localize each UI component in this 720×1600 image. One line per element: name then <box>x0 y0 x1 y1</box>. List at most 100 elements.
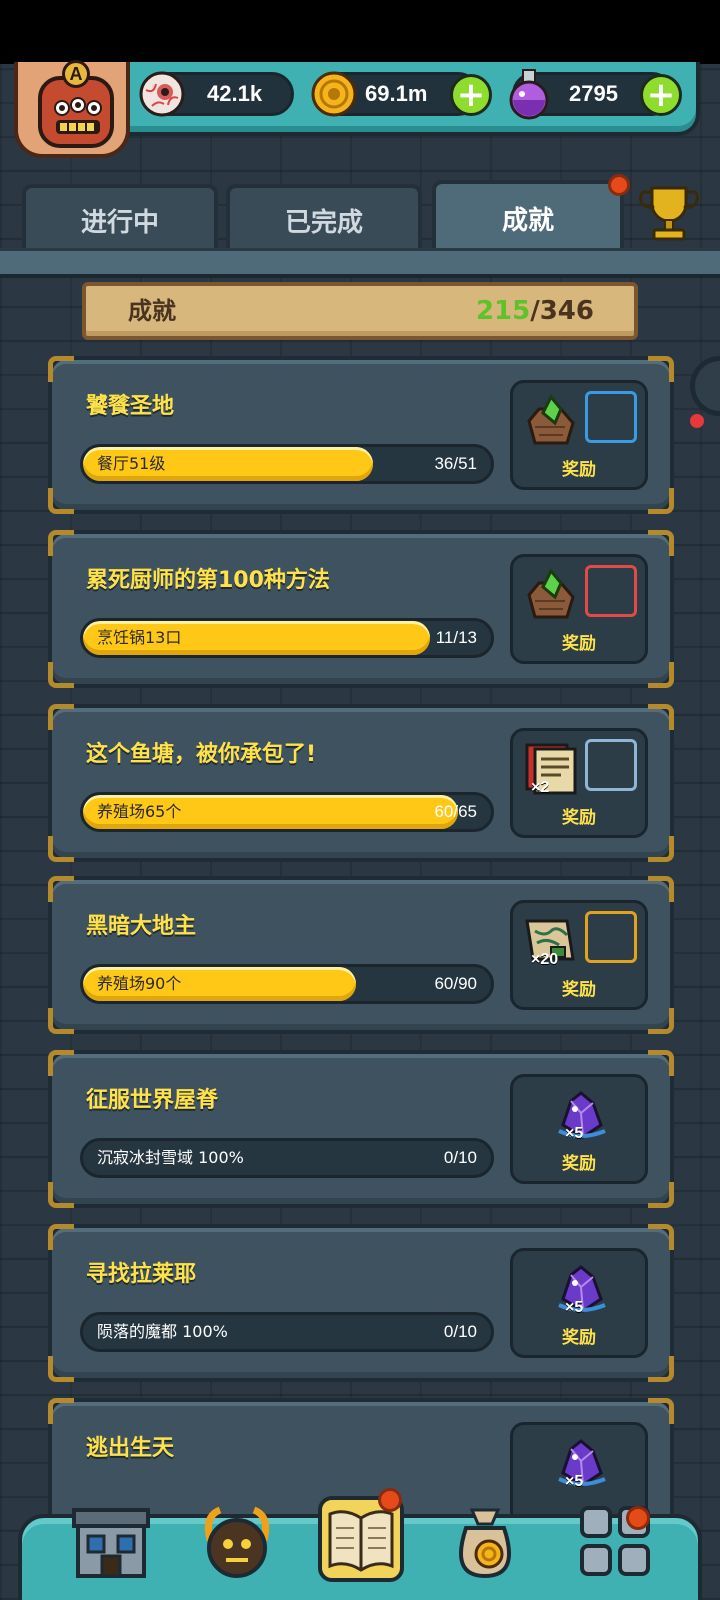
card-corner <box>648 662 674 688</box>
progress-count: 60/90 <box>434 974 477 993</box>
potion-icon <box>509 69 549 120</box>
card-corner <box>48 488 74 514</box>
tab-achievements[interactable]: 成就 <box>432 180 624 252</box>
avatar-rank-letter: A <box>62 60 90 88</box>
tab-completed[interactable]: 已完成 <box>226 184 422 252</box>
reward-quantity: ×20 <box>531 951 559 968</box>
card-corner <box>48 356 74 382</box>
achievement-title: 征服世界屋脊 <box>86 1088 219 1113</box>
reward-box[interactable]: ×5 奖励 <box>510 1074 648 1184</box>
achievement-progress-bar: 餐厅51级 36/51 <box>80 444 494 484</box>
achievement-progress-bar: 养殖场65个 60/65 <box>80 792 494 832</box>
gold-coin-icon <box>311 71 357 117</box>
notification-dot <box>608 174 630 196</box>
progress-count: 0/10 <box>443 1322 477 1341</box>
card-corner <box>48 530 74 556</box>
achievement-card[interactable]: 累死厨师的第100种方法 烹饪锅13口 11/13 奖励 <box>48 530 674 688</box>
add-potion-button[interactable]: + <box>640 74 682 116</box>
achievement-title: 寻找拉莱耶 <box>86 1262 197 1287</box>
monster-face-icon <box>54 97 102 134</box>
achievement-card[interactable]: 饕餮圣地 餐厅51级 36/51 奖励 <box>48 356 674 514</box>
reward-box[interactable]: 奖励 <box>510 554 648 664</box>
progress-count: 60/65 <box>434 802 477 821</box>
reward-label: 奖励 <box>562 1154 596 1174</box>
card-corner <box>48 1050 74 1076</box>
reward-empty-slot <box>585 565 637 617</box>
achievement-title: 饕餮圣地 <box>86 394 175 419</box>
tab-completed-label: 已完成 <box>284 207 363 238</box>
reward-label: 奖励 <box>562 460 596 480</box>
card-corner <box>48 1398 74 1424</box>
achievement-progress-bar: 养殖场90个 60/90 <box>80 964 494 1004</box>
achievement-progress-bar: 烹饪锅13口 11/13 <box>80 618 494 658</box>
progress-task-label: 养殖场90个 <box>97 974 182 993</box>
card-corner <box>48 836 74 862</box>
eyeball-value: 42.1k <box>207 81 263 106</box>
card-corner <box>48 662 74 688</box>
rock-crystal-icon <box>521 565 579 623</box>
progress-task-label: 烹饪锅13口 <box>97 628 182 647</box>
player-avatar[interactable]: A <box>14 60 130 158</box>
card-corner <box>48 1182 74 1208</box>
tab-achievements-label: 成就 <box>501 205 554 236</box>
card-corner <box>648 356 674 382</box>
reward-label: 奖励 <box>562 1328 596 1348</box>
reward-quantity: ×5 <box>565 1299 584 1316</box>
gold-value: 69.1m <box>365 81 428 106</box>
reward-label: 奖励 <box>562 808 596 828</box>
reward-empty-slot <box>585 739 637 791</box>
status-bar <box>0 0 720 64</box>
achievement-progress-bar: 沉寂冰封雪域 100% 0/10 <box>80 1138 494 1178</box>
achievement-card[interactable]: 征服世界屋脊 沉寂冰封雪域 100% 0/10 ×5 奖励 <box>48 1050 674 1208</box>
card-corner <box>648 1398 674 1424</box>
side-notification-dot <box>690 414 704 428</box>
card-corner <box>648 488 674 514</box>
reward-box[interactable]: ×5 奖励 <box>510 1248 648 1358</box>
side-scroll-knob[interactable] <box>690 356 720 416</box>
monster-icon[interactable] <box>196 1500 278 1582</box>
money-bag-icon[interactable] <box>444 1500 526 1582</box>
trophy-icon[interactable] <box>638 182 700 244</box>
achievement-card[interactable]: 这个鱼塘，被你承包了! 养殖场65个 60/65 ×2 奖励 <box>48 704 674 862</box>
progress-count: 11/13 <box>435 628 477 647</box>
achievement-card[interactable]: 寻找拉莱耶 陨落的魔都 100% 0/10 ×5 奖励 <box>48 1224 674 1382</box>
tab-in-progress[interactable]: 进行中 <box>22 184 218 252</box>
tab-in-progress-label: 进行中 <box>80 207 159 238</box>
card-corner <box>648 836 674 862</box>
achievement-card[interactable]: 黑暗大地主 养殖场90个 60/90 ×20 奖励 <box>48 876 674 1034</box>
card-corner <box>648 1224 674 1250</box>
card-corner <box>48 1356 74 1382</box>
potion-value: 2795 <box>569 81 618 106</box>
card-corner <box>648 876 674 902</box>
progress-task-label: 沉寂冰封雪域 100% <box>97 1148 244 1167</box>
reward-box[interactable]: ×2 奖励 <box>510 728 648 838</box>
banner-label: 成就 <box>128 297 176 325</box>
achievement-title: 逃出生天 <box>86 1436 175 1461</box>
card-corner <box>648 1182 674 1208</box>
reward-empty-slot <box>585 911 637 963</box>
achievement-title: 这个鱼塘，被你承包了! <box>86 742 317 767</box>
shop-building-icon[interactable] <box>70 1500 152 1582</box>
card-corner <box>648 1008 674 1034</box>
book-cards-icon <box>521 739 579 797</box>
reward-box[interactable]: ×20 奖励 <box>510 900 648 1010</box>
card-corner <box>48 1224 74 1250</box>
progress-count: 0/10 <box>443 1148 477 1167</box>
reward-quantity: ×5 <box>565 1473 584 1490</box>
achievement-summary-banner: 成就 215/346 <box>82 282 638 340</box>
progress-count: 36/51 <box>434 454 477 473</box>
achievement-title: 累死厨师的第100种方法 <box>86 568 330 593</box>
achievement-done-count: 215 <box>475 296 531 326</box>
reward-quantity: ×2 <box>531 779 550 796</box>
reward-box[interactable]: 奖励 <box>510 380 648 490</box>
rock-crystal-icon <box>521 391 579 449</box>
card-corner <box>48 1008 74 1034</box>
progress-task-label: 餐厅51级 <box>97 454 166 473</box>
reward-quantity: ×5 <box>565 1125 584 1142</box>
add-gold-button[interactable]: + <box>450 74 492 116</box>
achievement-count: 215/346 <box>476 286 594 336</box>
card-corner <box>648 704 674 730</box>
card-corner <box>648 1050 674 1076</box>
reward-label: 奖励 <box>562 634 596 654</box>
progress-task-label: 陨落的魔都 100% <box>97 1322 228 1341</box>
